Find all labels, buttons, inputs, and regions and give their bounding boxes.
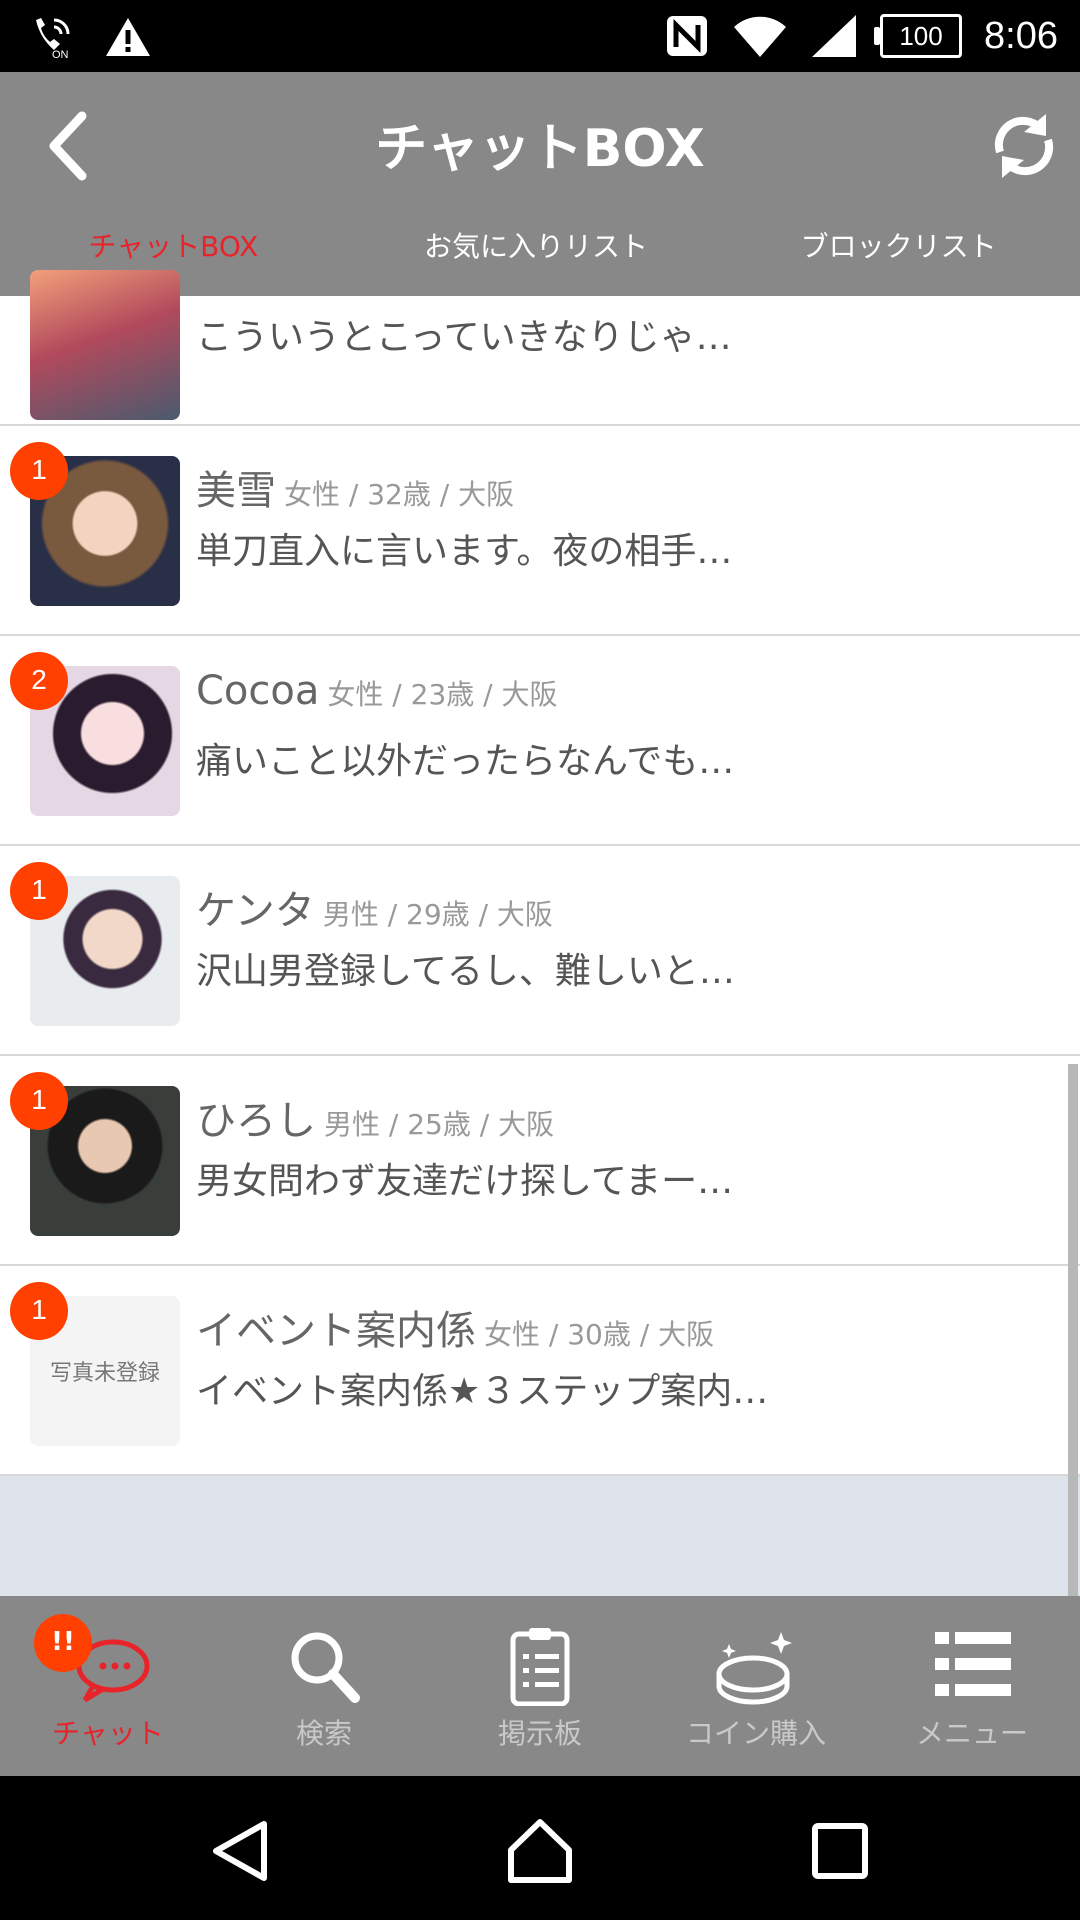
- name-line: ひろし 男性 / 25歳 / 大阪: [196, 1088, 554, 1146]
- unread-badge: 1: [10, 1072, 68, 1130]
- app-header: チャットBOX チャットBOX お気に入りリスト ブロックリスト: [0, 72, 1080, 296]
- home-icon[interactable]: [505, 1816, 575, 1886]
- bottom-nav: !! チャット 検索 掲示板 コイン購入 メニュー: [0, 1596, 1080, 1776]
- avatar: [30, 270, 180, 420]
- nav-label: 掲示板: [497, 1717, 582, 1750]
- user-meta: 男性 / 25歳 / 大阪: [324, 1108, 555, 1141]
- menu-list-icon: [935, 1632, 1011, 1696]
- last-message: 痛いこと以外だったらなんでも…: [196, 741, 735, 782]
- name-line: イベント案内係 女性 / 30歳 / 大阪: [196, 1298, 714, 1356]
- svg-text:ON: ON: [52, 49, 69, 60]
- user-meta: 女性 / 32歳 / 大阪: [284, 478, 515, 511]
- nav-search[interactable]: 検索: [216, 1596, 432, 1776]
- last-message: 男女問わず友達だけ探してまー…: [196, 1161, 734, 1202]
- last-message: こういうとこっていきなりじゃ…: [196, 317, 732, 358]
- user-name: 美雪: [196, 468, 276, 514]
- battery-icon: 100: [874, 14, 963, 58]
- recents-icon[interactable]: [805, 1816, 875, 1886]
- unread-badge: 1: [10, 862, 68, 920]
- nav-label: チャット: [52, 1717, 164, 1750]
- unread-badge: 1: [10, 442, 68, 500]
- user-name: Cocoa: [196, 668, 320, 714]
- last-message: 沢山男登録してるし、難しいと…: [196, 951, 735, 992]
- search-icon: [291, 1632, 360, 1703]
- clock: 8:06: [984, 14, 1058, 57]
- name-line: 美雪 女性 / 32歳 / 大阪: [196, 458, 514, 516]
- name-line: Cocoa 女性 / 23歳 / 大阪: [196, 668, 558, 714]
- nav-chat[interactable]: !! チャット: [0, 1596, 216, 1776]
- call-wifi-icon: ON: [36, 18, 70, 60]
- user-name: ひろし: [196, 1098, 316, 1144]
- chat-row[interactable]: 写真未登録 1 イベント案内係 女性 / 30歳 / 大阪 イベント案内係★３ステ…: [0, 1266, 1080, 1476]
- signal-icon: [812, 15, 857, 57]
- nav-coin-purchase[interactable]: コイン購入: [648, 1596, 864, 1776]
- chat-row[interactable]: 1 ひろし 男性 / 25歳 / 大阪 男女問わず友達だけ探してまー…: [0, 1056, 1080, 1266]
- clipboard-icon: [510, 1628, 570, 1706]
- nav-label: コイン購入: [685, 1717, 826, 1750]
- wifi-icon: [734, 16, 787, 57]
- unread-badge: 1: [10, 1282, 68, 1340]
- chat-row[interactable]: 1 美雪 女性 / 32歳 / 大阪 単刀直入に言います。夜の相手…: [0, 426, 1080, 636]
- refresh-icon[interactable]: [984, 106, 1064, 186]
- nav-label: 検索: [295, 1717, 352, 1750]
- tab-favorites[interactable]: お気に入りリスト: [355, 212, 718, 282]
- user-name: イベント案内係: [196, 1308, 476, 1354]
- status-bar: ON 100 8:06: [0, 0, 1080, 72]
- chat-list: こういうとこっていきなりじゃ… 1 美雪 女性 / 32歳 / 大阪 単刀直入に言…: [0, 270, 1080, 1476]
- unread-badge: 2: [10, 652, 68, 710]
- user-meta: 女性 / 30歳 / 大阪: [484, 1318, 715, 1351]
- nfc-icon: [667, 16, 708, 56]
- chat-row[interactable]: こういうとこっていきなりじゃ…: [0, 270, 1080, 426]
- nav-menu[interactable]: メニュー: [864, 1596, 1080, 1776]
- last-message: イベント案内係★３ステップ案内…: [196, 1371, 769, 1412]
- last-message: 単刀直入に言います。夜の相手…: [196, 531, 733, 572]
- chat-row[interactable]: 1 ケンタ 男性 / 29歳 / 大阪 沢山男登録してるし、難しいと…: [0, 846, 1080, 1056]
- warning-icon: [106, 18, 150, 56]
- page-title: チャットBOX: [375, 119, 705, 179]
- user-meta: 女性 / 23歳 / 大阪: [327, 678, 558, 711]
- nav-alert-badge: !!: [34, 1614, 92, 1672]
- user-meta: 男性 / 29歳 / 大阪: [322, 898, 553, 931]
- user-name: ケンタ: [196, 888, 315, 934]
- coin-icon: [716, 1632, 792, 1705]
- nav-board[interactable]: 掲示板: [432, 1596, 648, 1776]
- tab-block-list[interactable]: ブロックリスト: [717, 212, 1080, 282]
- chat-row[interactable]: 2 Cocoa 女性 / 23歳 / 大阪 痛いこと以外だったらなんでも…: [0, 636, 1080, 846]
- back-triangle-icon[interactable]: [206, 1816, 276, 1886]
- name-line: ケンタ 男性 / 29歳 / 大阪: [196, 878, 553, 936]
- system-nav-bar: [0, 1776, 1080, 1920]
- nav-label: メニュー: [915, 1717, 1028, 1750]
